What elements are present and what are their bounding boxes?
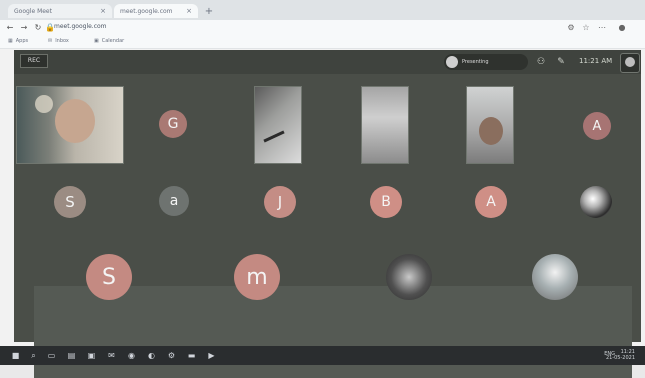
object-icon [263, 130, 285, 143]
bookmark-calendar[interactable]: ▣ Calendar [94, 38, 124, 44]
media-icon[interactable]: ▶ [206, 350, 217, 361]
participant-avatar[interactable]: B [370, 186, 402, 218]
tab-label: meet.google.com [120, 7, 173, 15]
close-icon[interactable]: × [100, 7, 106, 15]
person-icon [479, 117, 503, 145]
forward-icon[interactable]: → [18, 22, 30, 34]
bookmark-inbox[interactable]: ✉ Inbox [48, 38, 69, 44]
search-icon[interactable]: ⌕ [28, 350, 39, 361]
participant-avatar[interactable]: a [159, 186, 189, 216]
rec-badge: REC [20, 54, 48, 68]
close-icon[interactable]: × [186, 7, 192, 15]
mail-icon[interactable]: ✉ [106, 350, 117, 361]
meeting-topbar: REC Presenting ⚇ ✎ 11:21 AM [14, 50, 641, 74]
participant-avatar-photo[interactable] [580, 186, 612, 218]
reload-icon[interactable]: ↻ [32, 22, 44, 34]
participant-avatar-photo[interactable] [386, 254, 432, 300]
participant-avatar-photo[interactable] [532, 254, 578, 300]
participant-avatar[interactable]: m [234, 254, 280, 300]
participant-avatar[interactable]: A [583, 112, 611, 140]
mail-icon: ✉ [48, 38, 53, 44]
tab[interactable]: Google Meet × [8, 4, 112, 18]
bookmarks-bar: ▦ Apps ✉ Inbox ▣ Calendar [0, 36, 645, 49]
presenter-chip[interactable]: Presenting [444, 54, 528, 70]
taskview-icon[interactable]: ▭ [46, 350, 57, 361]
participant-video[interactable] [254, 86, 302, 164]
lamp-icon [35, 95, 53, 113]
screen: Google Meet × meet.google.com × + ← → ↻ … [0, 0, 645, 378]
windows-icon[interactable]: ■ [10, 350, 21, 361]
participant-avatar[interactable]: J [264, 186, 296, 218]
back-icon[interactable]: ← [4, 22, 16, 34]
chat-icon[interactable]: ✎ [554, 56, 568, 68]
participant-avatar[interactable]: S [86, 254, 132, 300]
participant-grid: G A S a J B A S m [14, 74, 641, 378]
meeting-view: REC Presenting ⚇ ✎ 11:21 AM G A S a J B … [14, 50, 641, 378]
self-view[interactable] [620, 53, 640, 73]
profile-icon[interactable]: ● [616, 22, 628, 34]
tab-active[interactable]: meet.google.com × [114, 4, 198, 18]
star-icon[interactable]: ☆ [580, 22, 592, 34]
avatar [625, 57, 635, 67]
explorer-icon[interactable]: ▤ [66, 350, 77, 361]
participant-avatar[interactable]: A [475, 186, 507, 218]
clock: 11:21 AM [579, 57, 613, 65]
puzzle-icon[interactable]: ⋯ [596, 22, 608, 34]
tray-date: 21-05-2021 [605, 355, 635, 361]
chrome-icon[interactable]: ◉ [126, 350, 137, 361]
participant-avatar[interactable]: S [54, 186, 86, 218]
people-icon[interactable]: ⚇ [534, 56, 548, 68]
plus-icon[interactable]: + [202, 6, 216, 18]
tray-clock[interactable]: 11:21 21-05-2021 [606, 349, 635, 361]
edge-icon[interactable]: ◐ [146, 350, 157, 361]
avatar [446, 56, 458, 68]
settings-icon[interactable]: ⚙ [166, 350, 177, 361]
participant-video[interactable] [361, 86, 409, 164]
participant-video[interactable] [466, 86, 514, 164]
address-bar: ← → ↻ 🔒 meet.google.com ⚙ ☆ ⋯ ● [0, 20, 645, 36]
browser-tabbar: Google Meet × meet.google.com × + [0, 0, 645, 20]
calendar-icon: ▣ [94, 38, 99, 44]
participant-video[interactable] [16, 86, 124, 164]
bookmark-apps[interactable]: ▦ Apps [8, 38, 28, 44]
tab-label: Google Meet [14, 7, 52, 15]
participant-avatar[interactable]: G [159, 110, 187, 138]
folder-icon[interactable]: ▬ [186, 350, 197, 361]
presenter-label: Presenting [462, 59, 489, 65]
store-icon[interactable]: ▣ [86, 350, 97, 361]
person-icon [55, 99, 95, 143]
taskbar: ■ ⌕ ▭ ▤ ▣ ✉ ◉ ◐ ⚙ ▬ ▶ ENG 11:21 21-05-20… [0, 346, 645, 365]
url-field[interactable]: meet.google.com [54, 23, 107, 30]
apps-icon: ▦ [8, 38, 13, 44]
extension-icon[interactable]: ⚙ [565, 22, 577, 34]
